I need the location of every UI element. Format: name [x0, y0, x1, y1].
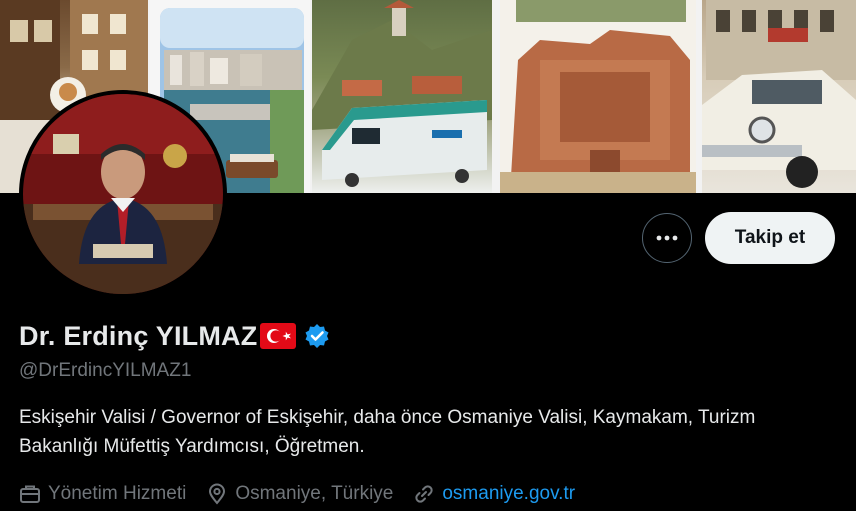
location-label: Osmaniye, Türkiye	[235, 483, 394, 504]
website-link[interactable]: osmaniye.gov.tr	[442, 483, 575, 505]
profile-handle: @DrErdincYILMAZ1	[19, 360, 192, 381]
more-options-button[interactable]	[642, 213, 692, 263]
briefcase-icon	[20, 485, 40, 503]
turkey-flag-icon	[260, 323, 297, 349]
banner-photo-classic-car	[702, 0, 856, 193]
profile-avatar[interactable]	[19, 90, 227, 298]
profile-name-row: Dr. Erdinç YILMAZ	[19, 318, 330, 354]
follow-button[interactable]: Takip et	[705, 212, 835, 264]
profile-location: Osmaniye, Türkiye	[206, 483, 393, 505]
link-icon	[415, 485, 433, 503]
bio-line: Eskişehir Valisi / Governor of Eskişehir…	[19, 407, 756, 428]
display-name: Dr. Erdinç YILMAZ	[19, 320, 258, 351]
avatar-photo	[23, 94, 223, 294]
category-label: Yönetim Hizmeti	[48, 483, 187, 504]
verified-badge-icon[interactable]	[304, 323, 330, 349]
more-dots-icon	[656, 235, 678, 241]
profile-bio: Eskişehir Valisi / Governor of Eskişehir…	[19, 403, 839, 461]
location-pin-icon	[209, 483, 226, 505]
profile-category: Yönetim Hizmeti	[19, 483, 186, 505]
banner-photo-rock-monument	[500, 0, 696, 193]
bio-line: Bakanlığı Müfettiş Yardımcısı, Öğretmen.	[19, 436, 365, 457]
profile-website[interactable]: osmaniye.gov.tr	[413, 483, 575, 505]
profile-meta-row: Yönetim Hizmeti Osmaniye, Türkiye osmani…	[19, 480, 595, 508]
banner-photo-train-castle	[312, 0, 492, 193]
